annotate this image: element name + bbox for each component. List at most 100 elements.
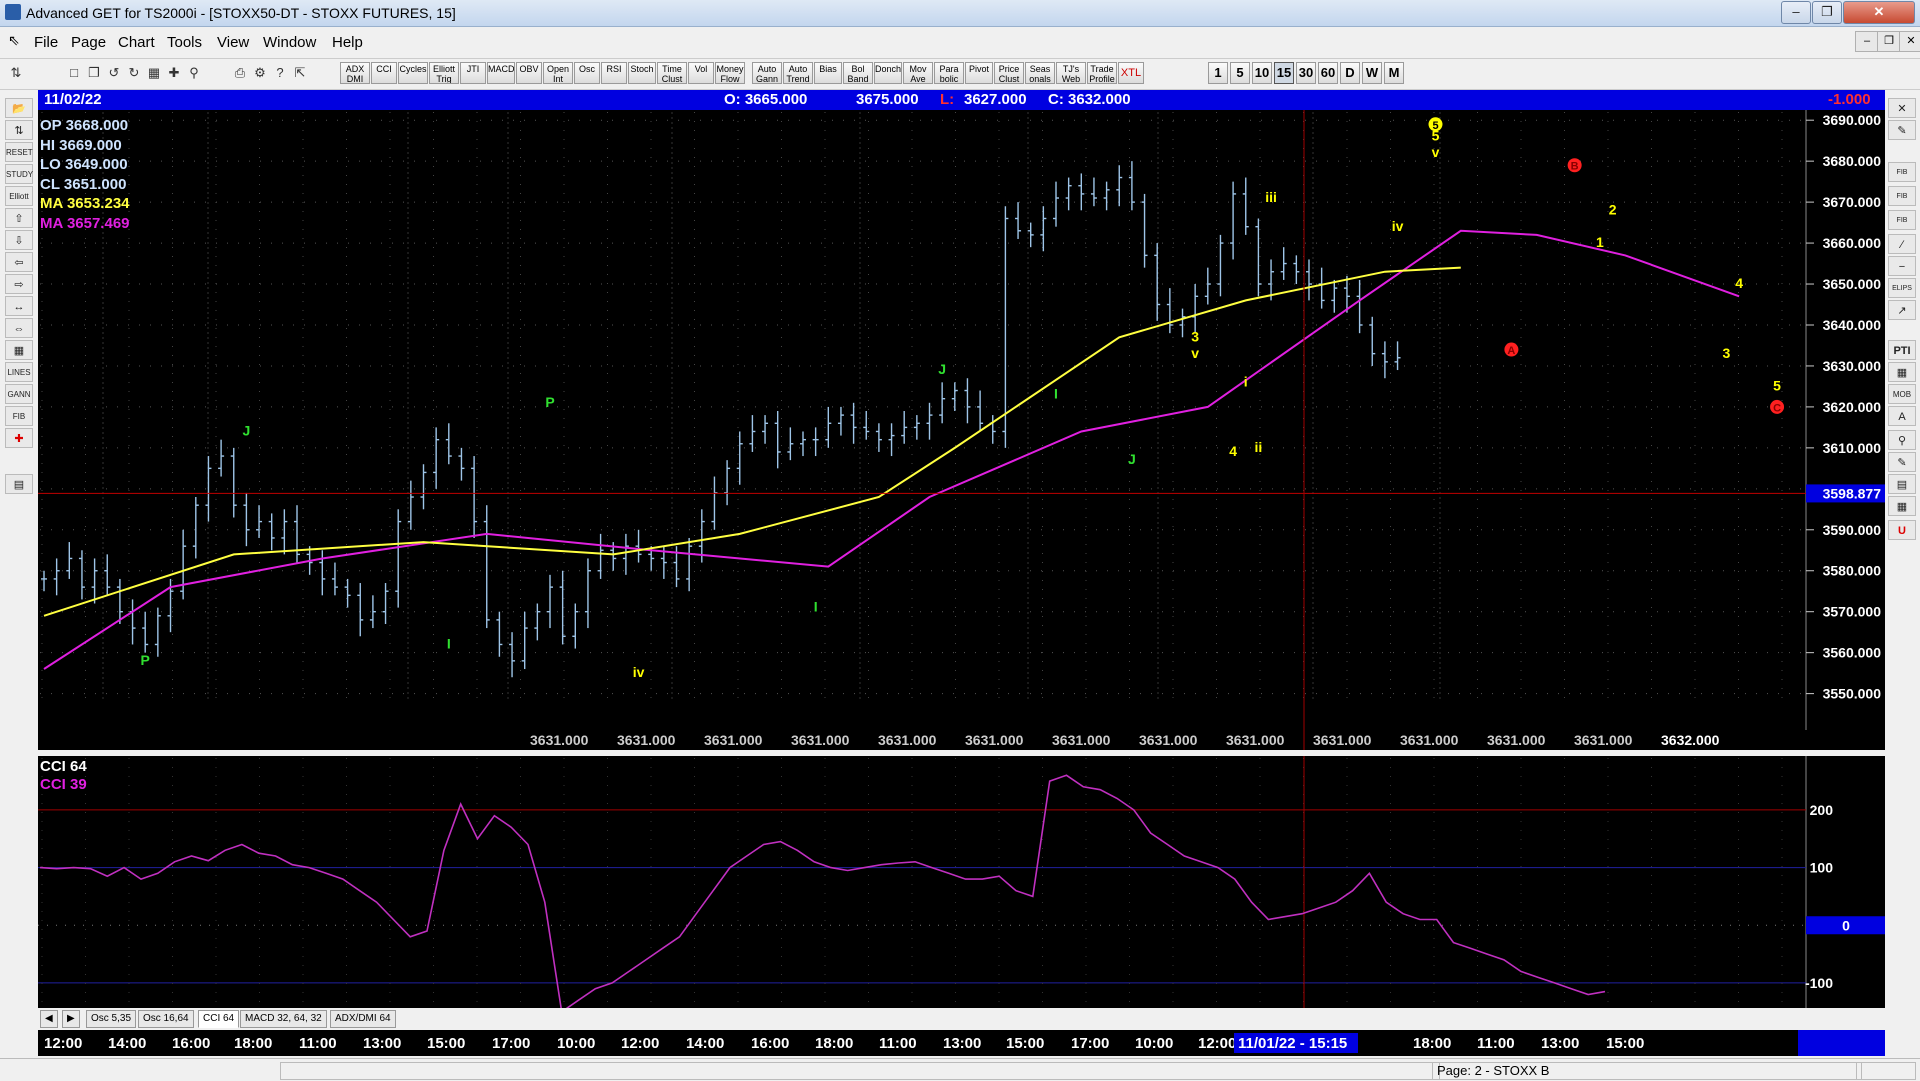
study-button-11[interactable]: Time Clust — [657, 62, 687, 84]
grid-icon[interactable]: ▦ — [144, 63, 164, 83]
app-icon[interactable] — [5, 4, 21, 20]
magnet-icon[interactable]: U — [1888, 520, 1916, 540]
tab-osc-5-35[interactable]: Osc 5,35 — [86, 1010, 137, 1028]
study-button-16[interactable]: Bias — [814, 62, 842, 84]
timeframe-button-M[interactable]: M — [1384, 62, 1404, 84]
clipboard-icon[interactable]: ▤ — [5, 474, 33, 494]
study-button-18[interactable]: Donch — [874, 62, 902, 84]
grid2-icon[interactable]: ▦ — [1888, 496, 1916, 516]
maximize-button[interactable]: ❐ — [1812, 1, 1842, 24]
timeframe-button-15[interactable]: 15 — [1274, 62, 1294, 84]
study-button-7[interactable]: Open Int — [543, 62, 573, 84]
pti-icon[interactable]: PTI — [1888, 340, 1916, 360]
menu-window[interactable]: Window — [263, 34, 316, 51]
table-icon[interactable]: ▦ — [5, 340, 33, 360]
study-button-10[interactable]: Stoch — [628, 62, 656, 84]
timeframe-button-W[interactable]: W — [1362, 62, 1382, 84]
study-button-3[interactable]: Elliott Trig — [429, 62, 459, 84]
fib-ext-icon[interactable]: FIB EXT — [1888, 186, 1916, 220]
crosshair-icon[interactable]: ✚ — [164, 63, 184, 83]
timeframe-button-5[interactable]: 5 — [1230, 62, 1250, 84]
arrow-left-icon[interactable]: ⇦ — [5, 252, 33, 272]
study-button-14[interactable]: Auto Gann — [752, 62, 782, 84]
study-button-20[interactable]: Para bolic — [934, 62, 964, 84]
mdi-restore-button[interactable]: ❐ — [1877, 31, 1901, 52]
book-icon[interactable]: ▤ — [1888, 474, 1916, 494]
menu-help[interactable]: Help — [332, 34, 363, 51]
timeframe-button-D[interactable]: D — [1340, 62, 1360, 84]
back-icon[interactable]: ↺ — [104, 63, 124, 83]
study-button-1[interactable]: CCI — [371, 62, 397, 84]
arrow-up-icon[interactable]: ⇧ — [5, 208, 33, 228]
study-button-26[interactable]: XTL — [1118, 62, 1144, 84]
tab-scroll-right[interactable]: ▶ — [62, 1010, 80, 1028]
price-chart-pane[interactable]: 3690.000 3680.000 3670.000 3660.000 3650.000… — [38, 90, 1885, 750]
study-button-17[interactable]: Bol Band — [843, 62, 873, 84]
price-chart[interactable]: 3690.000 3680.000 3670.000 3660.000 3650.000… — [38, 90, 1885, 750]
print-icon[interactable]: ⎙ — [230, 63, 250, 83]
study-button-25[interactable]: Trade Profile — [1087, 62, 1117, 84]
cci-chart[interactable]: 200 100 0 -100 — [38, 756, 1885, 1014]
study-button-21[interactable]: Pivot — [965, 62, 993, 84]
settings-icon[interactable]: ⚙ — [250, 63, 270, 83]
close-x-icon[interactable]: ✕ — [1888, 98, 1916, 118]
zoom-icon[interactable]: ⚲ — [184, 63, 204, 83]
lines-icon[interactable]: LINES — [5, 362, 33, 382]
folder-icon[interactable]: 📂 — [5, 98, 33, 118]
gann-icon[interactable]: GANN — [5, 384, 33, 404]
timeframe-button-10[interactable]: 10 — [1252, 62, 1272, 84]
cross-icon[interactable]: ✚ — [5, 428, 33, 448]
menu-tools[interactable]: Tools — [167, 34, 202, 51]
channel-icon[interactable]: ∕ — [1888, 234, 1916, 254]
pencil-icon[interactable]: ✎ — [1888, 120, 1916, 140]
mdi-close-button[interactable]: ✕ — [1899, 31, 1920, 52]
minimize-button[interactable]: – — [1781, 1, 1811, 24]
study-button-23[interactable]: Seas onals — [1025, 62, 1055, 84]
study-icon[interactable]: STUDY — [5, 164, 33, 184]
tab-osc-16-64[interactable]: Osc 16,64 — [138, 1010, 194, 1028]
menu-page[interactable]: Page — [71, 34, 106, 51]
expand-icon[interactable]: ⇔ — [5, 318, 33, 338]
new-page-icon[interactable]: □ — [64, 63, 84, 83]
study-button-22[interactable]: Price Clust — [994, 62, 1024, 84]
menu-chart[interactable]: Chart — [118, 34, 155, 51]
study-button-5[interactable]: MACD — [487, 62, 515, 84]
elliott-icon[interactable]: Elliott — [5, 186, 33, 206]
study-button-19[interactable]: Mov Ave — [903, 62, 933, 84]
study-button-0[interactable]: ADX DMI — [340, 62, 370, 84]
trend-icon[interactable]: ↗ — [1888, 300, 1916, 320]
magnifier-icon[interactable]: ⚲ — [1888, 430, 1916, 450]
mdi-minimize-button[interactable]: – — [1855, 31, 1879, 52]
study-button-15[interactable]: Auto Trend — [783, 62, 813, 84]
ellipse-icon[interactable]: ELIPS — [1888, 278, 1916, 298]
open-icon[interactable]: ⇅ — [6, 63, 26, 83]
forward-icon[interactable]: ↻ — [124, 63, 144, 83]
bars-icon[interactable]: ⇅ — [5, 120, 33, 140]
mob-icon[interactable]: MOB — [1888, 384, 1916, 404]
study-button-13[interactable]: Money Flow — [715, 62, 745, 84]
timeframe-button-1[interactable]: 1 — [1208, 62, 1228, 84]
tab-scroll-left[interactable]: ◀ — [40, 1010, 58, 1028]
arrow-right-icon[interactable]: ⇨ — [5, 274, 33, 294]
calc-icon[interactable]: ▦ — [1888, 362, 1916, 382]
help-icon[interactable]: ? — [270, 63, 290, 83]
context-help-icon[interactable]: ⇱ — [290, 63, 310, 83]
arrow-down-icon[interactable]: ⇩ — [5, 230, 33, 250]
brush-icon[interactable]: ✎ — [1888, 452, 1916, 472]
study-button-12[interactable]: Vol — [688, 62, 714, 84]
fib-time-icon[interactable]: FIB TIME — [1888, 210, 1916, 244]
menu-file[interactable]: File — [34, 34, 58, 51]
tab-adx-dmi[interactable]: ADX/DMI 64 — [330, 1010, 396, 1028]
doc-icon[interactable]: ⇖ — [8, 32, 24, 50]
copy-icon[interactable]: ❐ — [84, 63, 104, 83]
cci-pane[interactable]: 200 100 0 -100 — [38, 756, 1885, 1014]
line-tool-icon[interactable]: − — [1888, 256, 1916, 276]
fib-ret-icon[interactable]: FIB RET — [1888, 162, 1916, 196]
close-button[interactable]: ✕ — [1843, 1, 1915, 24]
timeframe-button-30[interactable]: 30 — [1296, 62, 1316, 84]
menu-view[interactable]: View — [217, 34, 249, 51]
study-button-2[interactable]: Cycles — [398, 62, 428, 84]
tab-cci-64[interactable]: CCI 64 — [198, 1010, 240, 1028]
reset-icon[interactable]: RESET — [5, 142, 33, 162]
study-button-4[interactable]: JTI — [460, 62, 486, 84]
